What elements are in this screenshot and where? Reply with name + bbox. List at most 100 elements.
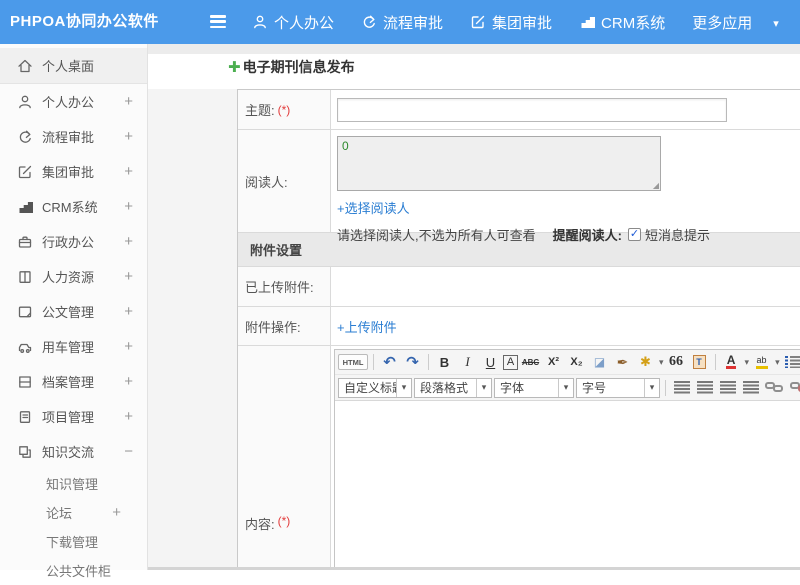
- strikethrough-button[interactable]: ABC: [520, 352, 541, 372]
- menu-icon[interactable]: [210, 15, 226, 29]
- insert-link-button[interactable]: [763, 378, 786, 398]
- readers-row: 阅读人: 0 ◢ +选择阅读人 请选择阅读人,不选为所有人可查看 提醒阅读人: …: [238, 130, 800, 233]
- readers-field-cell: 0 ◢ +选择阅读人 请选择阅读人,不选为所有人可查看 提醒阅读人: ✓ 短消息…: [331, 130, 800, 232]
- home-icon: [17, 58, 33, 74]
- custom-heading-select[interactable]: 自定义标题 ▾: [338, 378, 412, 398]
- expand-icon[interactable]: +: [124, 128, 133, 145]
- expand-icon[interactable]: +: [124, 303, 133, 320]
- chevron-down-icon: ▾: [396, 379, 411, 397]
- sidebar-subitem-download-management[interactable]: 下载管理: [0, 527, 147, 556]
- ordered-list-button[interactable]: [782, 352, 800, 372]
- page-title-text: 电子期刊信息发布: [243, 57, 355, 77]
- readers-textarea[interactable]: 0 ◢: [337, 136, 661, 191]
- align-center-icon: [697, 381, 713, 394]
- highlight-color-button[interactable]: ab: [751, 352, 772, 372]
- format-painter-button[interactable]: ✒: [612, 352, 633, 372]
- remove-link-button[interactable]: [788, 378, 800, 398]
- sidebar-item-personal-office[interactable]: 个人办公 +: [0, 84, 147, 119]
- chevron-down-icon: ▾: [644, 379, 659, 397]
- select-readers-link[interactable]: +选择阅读人: [337, 198, 410, 217]
- chevron-down-icon[interactable]: ▾: [775, 357, 780, 368]
- expand-icon[interactable]: +: [124, 338, 133, 355]
- font-color-button[interactable]: A: [721, 352, 742, 372]
- ordered-list-icon: [785, 356, 800, 368]
- sidebar-item-archive-management[interactable]: 档案管理 +: [0, 364, 147, 399]
- expand-icon[interactable]: +: [124, 163, 133, 180]
- superscript-button[interactable]: X²: [543, 352, 564, 372]
- paragraph-format-select[interactable]: 段落格式 ▾: [414, 378, 492, 398]
- paste-as-text-button[interactable]: T: [689, 352, 710, 372]
- sidebar-item-admin-office[interactable]: 行政办公 +: [0, 224, 147, 259]
- upload-attachment-link[interactable]: +上传附件: [337, 317, 397, 336]
- readers-label-cell: 阅读人:: [238, 130, 331, 232]
- editor-content-area[interactable]: [335, 401, 800, 570]
- toolbar-separator: [428, 354, 429, 370]
- nav-crm-system[interactable]: CRM系统: [579, 12, 665, 33]
- italic-button[interactable]: I: [457, 352, 478, 372]
- subject-input[interactable]: [337, 98, 727, 122]
- chevron-down-icon[interactable]: ▾: [745, 357, 750, 368]
- subject-row: 主题: (*): [238, 90, 800, 130]
- sidebar-subitem-knowledge-management[interactable]: 知识管理: [0, 469, 147, 498]
- nav-more-apps[interactable]: 更多应用: [692, 12, 752, 33]
- sidebar-item-project-management[interactable]: 项目管理 +: [0, 399, 147, 434]
- uploaded-label-cell: 已上传附件:: [238, 267, 331, 306]
- align-right-button[interactable]: [717, 378, 738, 398]
- sidebar-item-document-management[interactable]: 公文管理 +: [0, 294, 147, 329]
- sidebar-item-knowledge-exchange[interactable]: 知识交流 −: [0, 434, 147, 469]
- sidebar-subitem-forum[interactable]: 论坛 +: [0, 498, 147, 527]
- redo-button[interactable]: ↷: [402, 352, 423, 372]
- chevron-down-icon[interactable]: ▾: [659, 357, 664, 368]
- clipboard-icon: T: [693, 355, 706, 369]
- resize-handle-icon[interactable]: ◢: [653, 181, 659, 190]
- sidebar-item-group-approval[interactable]: 集团审批 +: [0, 154, 147, 189]
- expand-icon[interactable]: +: [112, 504, 121, 521]
- layers-icon: [17, 444, 33, 460]
- book-icon: [17, 269, 33, 285]
- sms-checkbox[interactable]: ✓: [628, 228, 641, 241]
- font-size-select[interactable]: 字号 ▾: [576, 378, 660, 398]
- attach-ops-value-cell: +上传附件: [331, 307, 800, 345]
- user-icon: [252, 14, 268, 30]
- underline-button[interactable]: U: [480, 352, 501, 372]
- nav-personal-office[interactable]: 个人办公: [252, 12, 334, 33]
- collapse-icon[interactable]: −: [124, 443, 133, 460]
- quick-format-button[interactable]: ✱: [635, 352, 656, 372]
- subscript-button[interactable]: X₂: [566, 352, 587, 372]
- page-title: ✚ 电子期刊信息发布: [228, 57, 355, 77]
- nav-group-approval[interactable]: 集团审批: [470, 12, 552, 33]
- expand-icon[interactable]: +: [124, 233, 133, 250]
- sidebar-item-crm-system[interactable]: CRM系统 +: [0, 189, 147, 224]
- align-center-button[interactable]: [694, 378, 715, 398]
- align-justify-button[interactable]: [740, 378, 761, 398]
- expand-icon[interactable]: +: [124, 373, 133, 390]
- sidebar-item-vehicle-management[interactable]: 用车管理 +: [0, 329, 147, 364]
- font-family-select[interactable]: 字体 ▾: [494, 378, 574, 398]
- chevron-down-icon[interactable]: ▾: [773, 15, 779, 30]
- sidebar-subitem-public-file-cabinet[interactable]: 公共文件柜: [0, 556, 147, 585]
- chevron-down-icon: ▾: [558, 379, 573, 397]
- editor-toolbar: HTML ↶ ↷ B I U A ABC X² X₂ ◪: [335, 350, 800, 401]
- sidebar-item-human-resources[interactable]: 人力资源 +: [0, 259, 147, 294]
- expand-icon[interactable]: +: [124, 268, 133, 285]
- undo-button[interactable]: ↶: [379, 352, 400, 372]
- expand-icon[interactable]: +: [124, 408, 133, 425]
- content-label-cell: 内容: (*): [238, 346, 331, 570]
- nav-workflow-approval[interactable]: 流程审批: [361, 12, 443, 33]
- clipboard-icon: [17, 409, 33, 425]
- expand-icon[interactable]: +: [124, 198, 133, 215]
- page-gutter: [148, 89, 237, 570]
- attachment-section-title: 附件设置: [250, 240, 302, 259]
- link-icon: [765, 382, 784, 393]
- flow-arrow-icon: [17, 129, 33, 145]
- sidebar-item-workflow-approval[interactable]: 流程审批 +: [0, 119, 147, 154]
- font-style-button[interactable]: A: [503, 355, 518, 370]
- bold-button[interactable]: B: [434, 352, 455, 372]
- html-source-button[interactable]: HTML: [338, 354, 368, 370]
- sidebar-item-personal-desktop[interactable]: 个人桌面: [0, 48, 147, 84]
- user-icon: [17, 94, 33, 110]
- align-left-button[interactable]: [671, 378, 692, 398]
- remove-format-button[interactable]: ◪: [589, 352, 610, 372]
- expand-icon[interactable]: +: [124, 93, 133, 110]
- blockquote-button[interactable]: 66: [666, 352, 687, 372]
